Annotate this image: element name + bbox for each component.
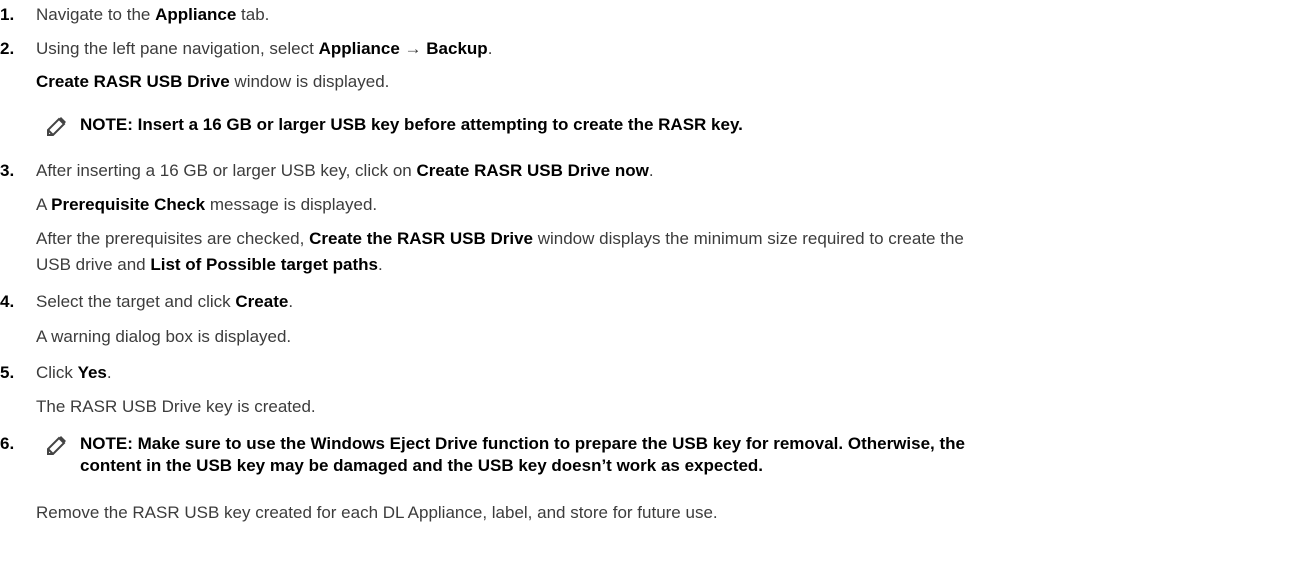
step-text: A xyxy=(36,195,52,214)
ui-term: Create the RASR USB Drive xyxy=(309,229,533,248)
ui-term: Yes xyxy=(77,363,107,382)
step-text: Remove the RASR USB key created for each… xyxy=(36,503,718,522)
step-text: window displays the minimum size require… xyxy=(533,229,964,248)
step-text: message is displayed. xyxy=(205,195,378,214)
ui-term: Appliance xyxy=(155,5,237,24)
ui-term: Create RASR USB Drive xyxy=(36,72,230,91)
step-text: Click xyxy=(36,363,78,382)
ui-term: Appliance xyxy=(318,39,400,58)
step-text: . xyxy=(487,39,493,58)
step-number: 5. xyxy=(0,363,15,382)
ui-term: Backup xyxy=(426,39,488,58)
step-text: Using the left pane navigation, select xyxy=(36,39,319,58)
step-text: . xyxy=(648,161,654,180)
pencil-note-icon xyxy=(46,115,68,137)
step-number: 3. xyxy=(0,161,15,180)
ui-term: Prerequisite Check xyxy=(51,195,206,214)
step-text: The RASR USB Drive key is created. xyxy=(36,397,316,416)
note-text: NOTE: Insert a 16 GB or larger USB key b… xyxy=(80,115,743,134)
step-number: 2. xyxy=(0,39,15,58)
step-text: A warning dialog box is displayed. xyxy=(36,327,292,346)
step-text: . xyxy=(288,292,294,311)
ui-term: Create xyxy=(235,292,289,311)
note-line-2: content in the USB key may be damaged an… xyxy=(80,456,764,475)
note-line-1: NOTE: Make sure to use the Windows Eject… xyxy=(80,434,965,453)
ui-term: Create RASR USB Drive now xyxy=(416,161,649,180)
step-text: USB drive and xyxy=(36,255,151,274)
step-number: 4. xyxy=(0,292,15,311)
pencil-note-icon xyxy=(46,434,68,456)
step-number: 1. xyxy=(0,5,15,24)
step-text: After the prerequisites are checked, xyxy=(36,229,310,248)
step-text: After inserting a 16 GB or larger USB ke… xyxy=(36,161,417,180)
step-text: Select the target and click xyxy=(36,292,236,311)
step-number: 6. xyxy=(0,434,15,453)
ui-term: List of Possible target paths xyxy=(150,255,378,274)
step-text: window is displayed. xyxy=(229,72,390,91)
arrow-text: → xyxy=(399,39,427,58)
step-text: tab. xyxy=(236,5,270,24)
document-page: 1. Navigate to the Appliance tab. 2. Usi… xyxy=(0,0,1306,566)
step-text: . xyxy=(106,363,112,382)
step-text: . xyxy=(378,255,383,274)
step-text: Navigate to the xyxy=(36,5,156,24)
note-text: NOTE: Make sure to use the Windows Eject… xyxy=(80,433,965,477)
